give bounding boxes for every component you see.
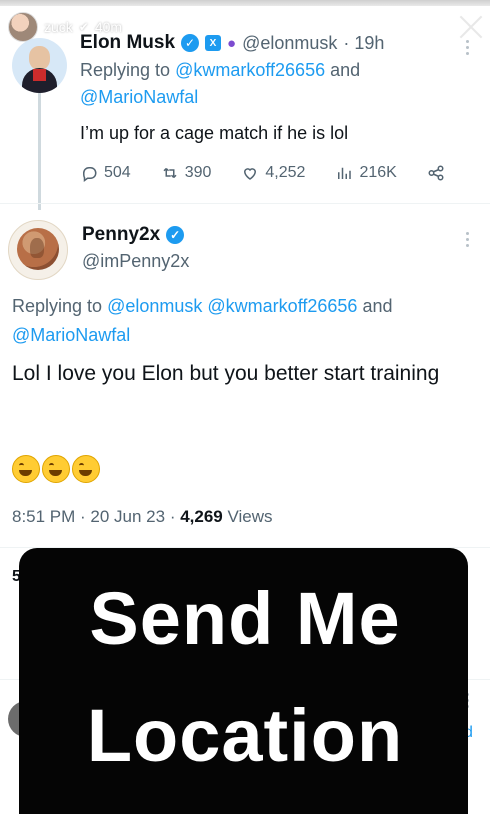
views-label: Views (227, 507, 273, 526)
laughing-face-icon (72, 455, 100, 483)
reply-tweet: Elon Musk ✓ X ● @elonmusk · 19h Replying… (80, 32, 480, 182)
replying-to: Replying to @kwmarkoff26656 and @MarioNa… (80, 57, 480, 111)
verified-icon: ✓ (166, 226, 185, 244)
replying-to: Replying to @elonmusk @kwmarkoff26656 an… (12, 292, 482, 350)
avatar[interactable] (12, 38, 67, 93)
tweet-text: I’m up for a cage match if he is lol (80, 123, 349, 143)
retweet-icon (163, 167, 177, 179)
tweet-more-button[interactable] (466, 40, 469, 55)
like-button[interactable]: 4,252 (241, 164, 305, 182)
retweet-button[interactable]: 390 (161, 164, 212, 182)
story-username[interactable]: zuck (44, 19, 73, 35)
mention-link[interactable]: @MarioNawfal (12, 325, 130, 345)
tweet-more-button[interactable] (466, 232, 469, 247)
emoji-row (12, 455, 100, 483)
collar-shape (33, 69, 46, 81)
share-icon (428, 165, 444, 181)
tweet-header: Elon Musk ✓ X ● @elonmusk · 19h (80, 32, 480, 54)
view-count: 216K (359, 164, 397, 181)
tweet-time[interactable]: 8:51 PM · 20 Jun 23 · (12, 507, 175, 526)
verified-icon: ✓ (181, 34, 200, 52)
username[interactable]: @elonmusk (242, 33, 337, 54)
display-name[interactable]: Penny2x (82, 224, 160, 246)
mention-link[interactable]: @MarioNawfal (80, 87, 198, 107)
analytics-icon (338, 167, 352, 179)
like-count: 4,252 (265, 164, 306, 181)
tweet-time[interactable]: · 19h (343, 33, 384, 54)
action-bar: 504 390 4,252 216K (80, 164, 480, 182)
more-options-icon[interactable]: ··· (420, 10, 444, 31)
display-name[interactable]: Elon Musk (80, 32, 175, 54)
mention-link[interactable]: @elonmusk (107, 296, 202, 316)
mention-link[interactable]: @kwmarkoff26656 (175, 60, 325, 80)
reply-count: 504 (104, 164, 131, 181)
laughing-face-icon (42, 455, 70, 483)
mention-link[interactable]: @kwmarkoff26656 (207, 296, 357, 316)
thread-line (38, 92, 41, 210)
views-count: 4,269 (180, 507, 223, 526)
reply-button[interactable]: 504 (80, 164, 131, 182)
face-shape (29, 46, 50, 70)
conjunction: and (330, 60, 361, 80)
conjunction: and (362, 296, 393, 316)
divider (0, 203, 490, 204)
tweet-timestamp: 8:51 PM · 20 Jun 23 · 4,269 Views (12, 507, 273, 527)
affiliate-badge-icon: X (205, 35, 222, 51)
views-button[interactable]: 216K (335, 164, 397, 182)
story-progress-bar (0, 0, 490, 6)
display-name-row: Penny2x ✓ (82, 224, 185, 246)
sticker-line-1: Send Me (89, 577, 401, 660)
share-button[interactable] (427, 164, 445, 182)
replying-label: Replying to (12, 296, 103, 316)
people-icon: ● (227, 34, 237, 52)
laughing-face-icon (12, 455, 40, 483)
retweet-count: 390 (184, 164, 212, 181)
username[interactable]: @imPenny2x (82, 251, 189, 272)
penny-coin-icon (17, 228, 59, 270)
reply-icon (82, 167, 97, 182)
tweet-text: Lol I love you Elon but you better start… (12, 362, 440, 385)
avatar[interactable] (8, 220, 68, 280)
replying-label: Replying to (80, 60, 171, 80)
sticker-line-2: Location (86, 694, 404, 777)
heart-icon (244, 168, 257, 180)
